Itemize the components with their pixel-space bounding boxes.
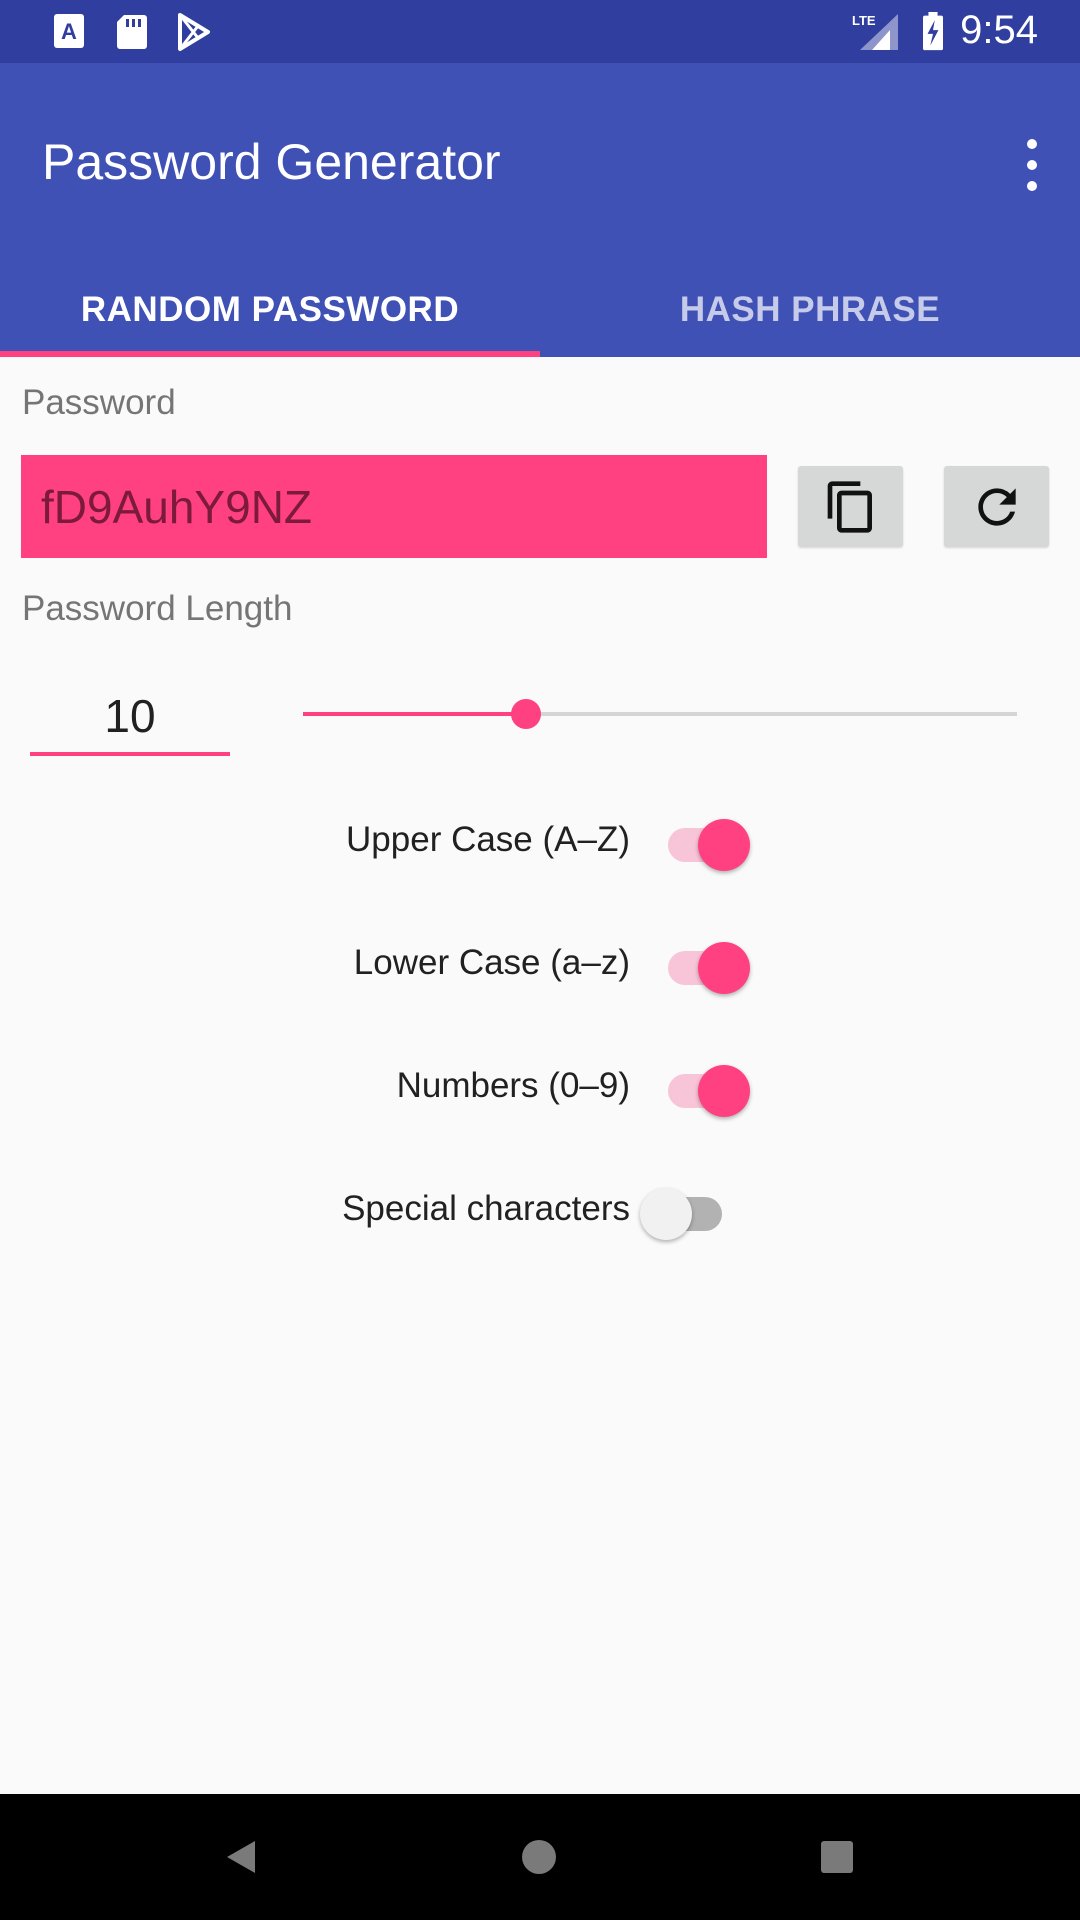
- back-icon: [227, 1841, 255, 1873]
- app-title: Password Generator: [42, 134, 501, 190]
- slider-thumb[interactable]: [510, 699, 541, 729]
- refresh-icon: [977, 487, 1016, 526]
- numbers-label: Numbers (0–9): [396, 1066, 630, 1105]
- password-label: Password: [22, 383, 176, 422]
- back-button[interactable]: [216, 1832, 266, 1882]
- length-slider[interactable]: [303, 699, 1017, 730]
- lte-signal-icon: LTE: [852, 13, 898, 50]
- special-characters-label: Special characters: [342, 1189, 630, 1228]
- svg-text:LTE: LTE: [852, 13, 876, 28]
- more-vert-icon[interactable]: [1010, 133, 1054, 197]
- password-length-label: Password Length: [22, 589, 293, 628]
- home-icon: [522, 1840, 556, 1874]
- play-store-icon: [178, 13, 210, 51]
- tab-random-password[interactable]: RANDOM PASSWORD: [0, 263, 540, 357]
- a-notification-icon: A: [54, 14, 84, 48]
- recents-button[interactable]: [812, 1832, 862, 1882]
- status-bar: A LTE 9:54: [0, 0, 1080, 63]
- svg-text:A: A: [61, 19, 77, 44]
- numbers-switch[interactable]: [660, 1057, 750, 1117]
- home-button[interactable]: [514, 1832, 564, 1882]
- refresh-button[interactable]: [944, 466, 1049, 547]
- password-field[interactable]: fD9AuhY9NZ: [21, 455, 767, 558]
- tab-hash-phrase[interactable]: HASH PHRASE: [540, 263, 1080, 357]
- length-input[interactable]: 10: [30, 680, 230, 756]
- uppercase-switch[interactable]: [660, 811, 750, 871]
- sd-card-icon: [117, 15, 147, 49]
- copy-icon: [827, 480, 872, 533]
- recents-icon: [821, 1841, 853, 1873]
- clock: 9:54: [960, 8, 1038, 52]
- navigation-bar: [0, 1794, 1080, 1920]
- lowercase-label: Lower Case (a–z): [353, 943, 630, 982]
- copy-button[interactable]: [798, 466, 903, 547]
- battery-charging-icon: [923, 12, 943, 51]
- lowercase-switch[interactable]: [660, 934, 750, 994]
- uppercase-label: Upper Case (A–Z): [346, 820, 630, 859]
- tab-indicator: [0, 351, 540, 357]
- special-characters-switch[interactable]: [640, 1180, 730, 1240]
- slider-fill: [303, 712, 526, 716]
- app-bar: Password Generator RANDOM PASSWORD HASH …: [0, 63, 1080, 357]
